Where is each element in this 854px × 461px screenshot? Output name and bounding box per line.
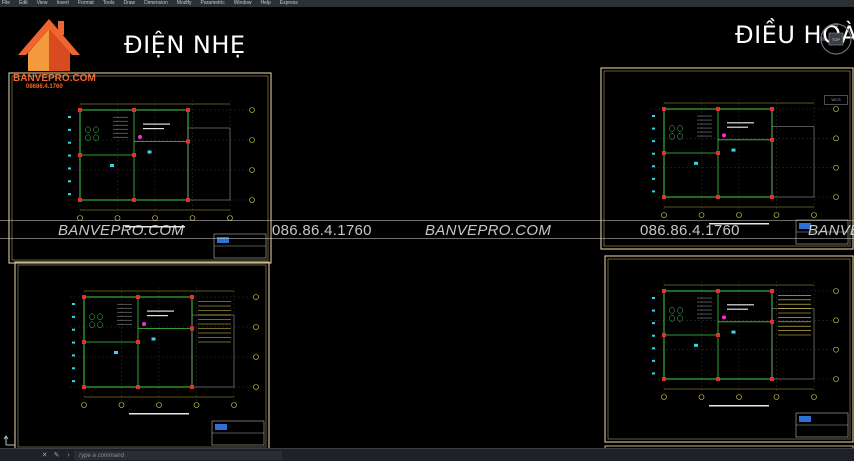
viewcube-icon[interactable]: TOP W N (818, 21, 854, 71)
drawing-sheet-bottom-left[interactable] (14, 261, 270, 451)
menu-item-view[interactable]: View (37, 0, 48, 7)
drawing-sheet-bottom-right[interactable] (604, 255, 854, 443)
wrench-icon[interactable]: ✎ (52, 451, 61, 460)
wcs-badge[interactable]: WCS (824, 95, 848, 105)
menu-bar: File Edit View Insert Format Tools Draw Dimensi… (0, 0, 854, 7)
drawing-canvas[interactable]: BANVEPRO.COM 08686.4.1760 ĐIỆN NHẸ ĐIỀU … (0, 7, 854, 455)
watermark-text: BANVEPRO (808, 222, 854, 239)
watermark-text: BANVEPRO.COM (425, 222, 552, 239)
close-icon[interactable]: ✕ (40, 451, 49, 460)
menu-item-express[interactable]: Express (280, 0, 298, 7)
menu-item-modify[interactable]: Modify (177, 0, 192, 7)
menu-item-window[interactable]: Window (234, 0, 252, 7)
command-input[interactable] (74, 451, 282, 460)
menu-item-format[interactable]: Format (78, 0, 94, 7)
menu-item-help[interactable]: Help (261, 0, 271, 7)
heading-dien-nhe: ĐIỆN NHẸ (124, 31, 246, 59)
watermark-text: BANVEPRO.COM (58, 222, 185, 239)
watermark-text: 086.86.4.1760 (272, 222, 372, 239)
command-line: ✕ ✎ › (0, 448, 854, 461)
chevron-right-icon[interactable]: › (64, 451, 73, 460)
menu-item-edit[interactable]: Edit (19, 0, 28, 7)
watermark-text: 086.86.4.1760 (640, 222, 740, 239)
menu-item-insert[interactable]: Insert (56, 0, 69, 7)
house-logo-icon (18, 19, 80, 71)
viewcube-west-label: W (821, 37, 826, 43)
menu-item-draw[interactable]: Draw (123, 0, 135, 7)
viewcube-top-label: TOP (832, 37, 840, 42)
menu-item-tools[interactable]: Tools (103, 0, 115, 7)
menu-item-dimension[interactable]: Dimension (144, 0, 168, 7)
menu-item-parametric[interactable]: Parametric (201, 0, 225, 7)
viewcube-north-label: N (834, 23, 838, 29)
menu-item-file[interactable]: File (2, 0, 10, 7)
ucs-icon (3, 435, 15, 446)
